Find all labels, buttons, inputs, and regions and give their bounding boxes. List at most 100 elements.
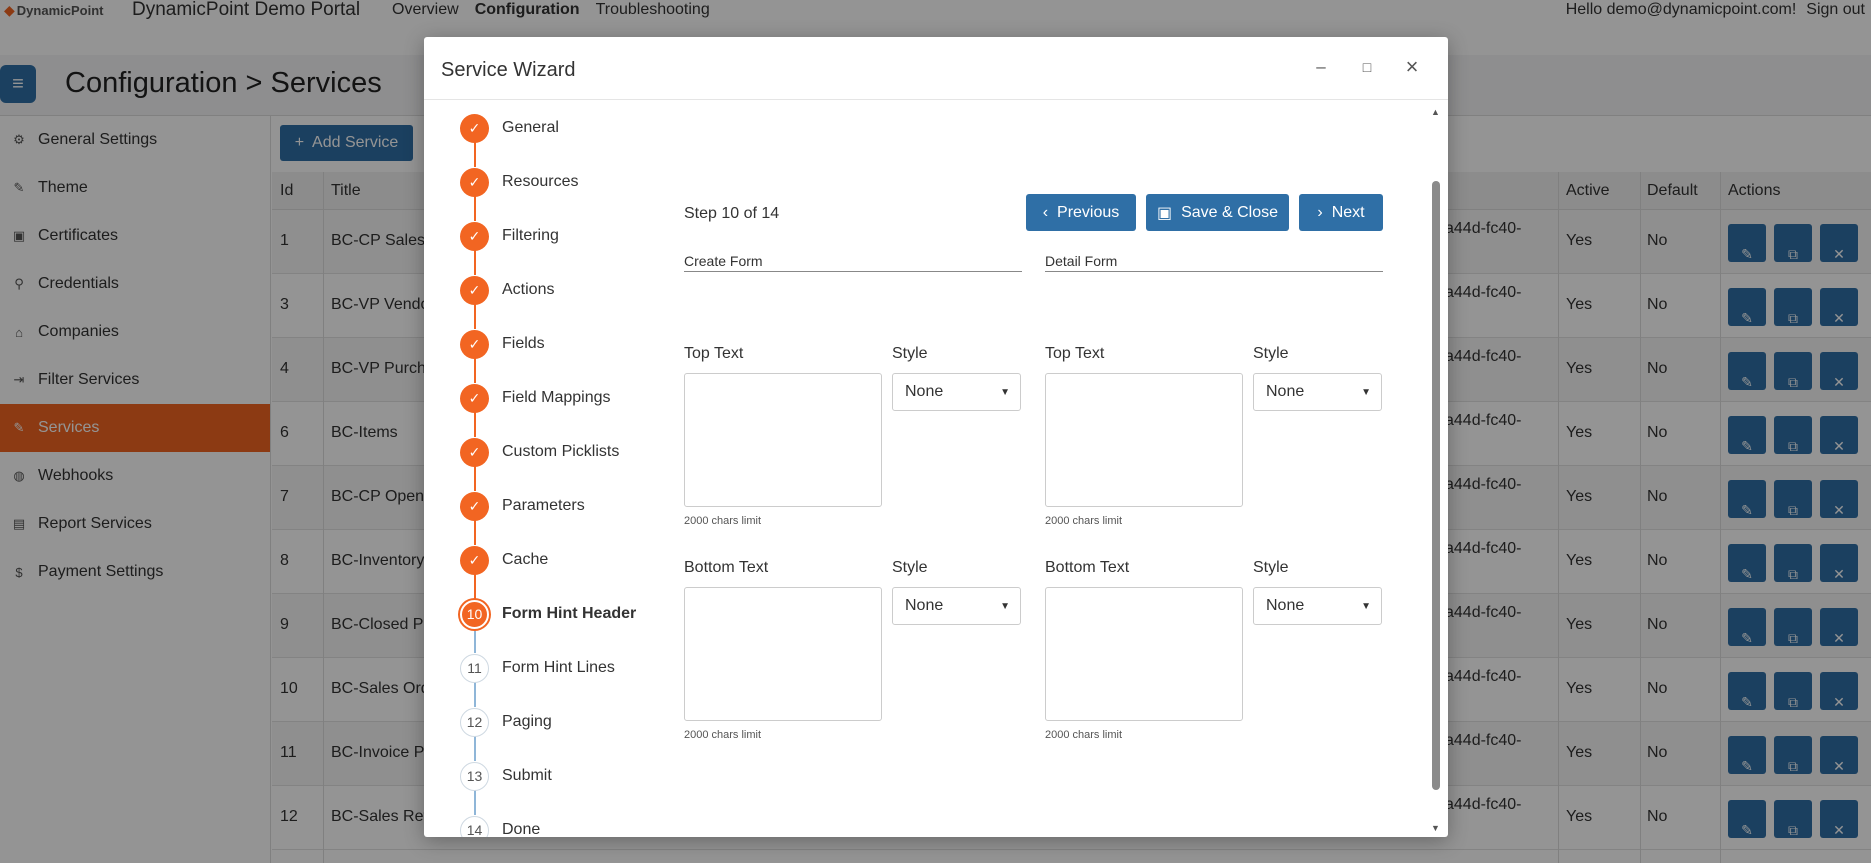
- detail-top-text-label: Top Text: [1045, 345, 1105, 362]
- step-indicator: ✓: [460, 437, 489, 467]
- step-label: Form Hint Lines: [502, 659, 615, 676]
- step-label: Fields: [502, 335, 545, 352]
- create-bottom-text-input[interactable]: [684, 587, 882, 721]
- check-icon: ✓: [468, 227, 481, 244]
- wizard-step-13[interactable]: 13 Submit: [460, 761, 552, 791]
- detail-top-text-input[interactable]: [1045, 373, 1243, 507]
- save-close-label: Save & Close: [1181, 203, 1279, 221]
- step-number: 13: [466, 768, 483, 784]
- next-label: Next: [1331, 203, 1365, 221]
- check-icon: ✓: [468, 443, 481, 460]
- step-indicator: 12: [460, 707, 489, 737]
- step-label: Paging: [502, 713, 552, 730]
- step-label: Resources: [502, 173, 579, 190]
- step-label: Filtering: [502, 227, 559, 244]
- maximize-button[interactable]: □: [1357, 59, 1377, 75]
- select-value: None: [905, 597, 944, 614]
- check-icon: ✓: [468, 389, 481, 406]
- step-number: 11: [467, 660, 482, 676]
- step-connector: [474, 142, 476, 167]
- create-top-hint: 2000 chars limit: [684, 515, 762, 527]
- step-connector: [474, 628, 476, 653]
- next-button[interactable]: › Next: [1299, 194, 1383, 231]
- create-top-style-label: Style: [892, 345, 928, 362]
- detail-bottom-text-input[interactable]: [1045, 587, 1243, 721]
- caret-down-icon: ▼: [1361, 386, 1371, 398]
- step-indicator: ✓: [460, 275, 489, 305]
- step-indicator: 11: [460, 653, 489, 683]
- step-number: 10: [466, 606, 483, 622]
- create-bottom-style-select[interactable]: None ▼: [892, 587, 1021, 625]
- select-value: None: [905, 383, 944, 400]
- step-indicator: ✓: [460, 383, 489, 413]
- step-label: Parameters: [502, 497, 585, 514]
- create-form-heading: Create Form: [684, 253, 763, 269]
- step-indicator: ✓: [460, 545, 489, 575]
- detail-top-style-label: Style: [1253, 345, 1289, 362]
- detail-bottom-style-select[interactable]: None ▼: [1253, 587, 1382, 625]
- detail-bottom-style-label: Style: [1253, 559, 1289, 576]
- wizard-step-10[interactable]: 10 Form Hint Header: [460, 599, 636, 629]
- dialog-scrollbar[interactable]: ▲ ▼: [1429, 101, 1443, 837]
- check-icon: ✓: [468, 173, 481, 190]
- step-number: 12: [466, 714, 483, 730]
- step-indicator: ✓: [460, 113, 489, 143]
- wizard-step-3[interactable]: ✓ Filtering: [460, 221, 559, 251]
- wizard-step-12[interactable]: 12 Paging: [460, 707, 552, 737]
- check-icon: ✓: [468, 119, 481, 136]
- wizard-step-5[interactable]: ✓ Fields: [460, 329, 545, 359]
- save-close-button[interactable]: ▣ Save & Close: [1146, 194, 1289, 231]
- service-wizard-dialog: Service Wizard – □ × ✓ General ✓ Resources ✓…: [424, 37, 1448, 837]
- wizard-step-4[interactable]: ✓ Actions: [460, 275, 554, 305]
- caret-down-icon: ▼: [1000, 600, 1010, 612]
- caret-down-icon: ▼: [1361, 600, 1371, 612]
- detail-form-divider: [1045, 271, 1383, 272]
- check-icon: ✓: [468, 281, 481, 298]
- chevron-left-icon: ‹: [1042, 203, 1049, 221]
- chevron-right-icon: ›: [1317, 203, 1323, 221]
- caret-down-icon: ▼: [1000, 386, 1010, 398]
- detail-top-style-select[interactable]: None ▼: [1253, 373, 1382, 411]
- step-label: General: [502, 119, 559, 136]
- wizard-step-7[interactable]: ✓ Custom Picklists: [460, 437, 619, 467]
- step-connector: [474, 520, 476, 545]
- dialog-title: Service Wizard: [441, 59, 576, 81]
- step-connector: [474, 466, 476, 491]
- detail-form-heading: Detail Form: [1045, 253, 1118, 269]
- create-top-text-label: Top Text: [684, 345, 744, 362]
- step-indicator: 10: [460, 599, 489, 629]
- create-top-text-input[interactable]: [684, 373, 882, 507]
- wizard-step-1[interactable]: ✓ General: [460, 113, 559, 143]
- step-connector: [474, 304, 476, 329]
- step-connector: [474, 250, 476, 275]
- wizard-step-9[interactable]: ✓ Cache: [460, 545, 548, 575]
- wizard-step-8[interactable]: ✓ Parameters: [460, 491, 585, 521]
- create-top-style-select[interactable]: None ▼: [892, 373, 1021, 411]
- step-connector: [474, 196, 476, 221]
- minimize-button[interactable]: –: [1311, 57, 1331, 77]
- step-connector: [474, 736, 476, 761]
- step-counter: Step 10 of 14: [684, 205, 780, 222]
- previous-button[interactable]: ‹ Previous: [1026, 194, 1136, 231]
- create-form-divider: [684, 271, 1022, 272]
- wizard-step-11[interactable]: 11 Form Hint Lines: [460, 653, 615, 683]
- create-bottom-text-label: Bottom Text: [684, 559, 769, 576]
- scroll-up-arrow-icon[interactable]: ▲: [1431, 107, 1440, 117]
- select-value: None: [1266, 383, 1305, 400]
- close-button[interactable]: ×: [1402, 54, 1422, 80]
- detail-bottom-hint: 2000 chars limit: [1045, 729, 1123, 741]
- step-connector: [474, 358, 476, 383]
- step-indicator: 13: [460, 761, 489, 791]
- wizard-step-2[interactable]: ✓ Resources: [460, 167, 578, 197]
- check-icon: ✓: [468, 335, 481, 352]
- scroll-down-arrow-icon[interactable]: ▼: [1431, 823, 1440, 833]
- wizard-step-6[interactable]: ✓ Field Mappings: [460, 383, 611, 413]
- detail-top-hint: 2000 chars limit: [1045, 515, 1123, 527]
- previous-label: Previous: [1057, 203, 1120, 221]
- step-connector: [474, 412, 476, 437]
- detail-bottom-text-label: Bottom Text: [1045, 559, 1130, 576]
- create-bottom-hint: 2000 chars limit: [684, 729, 762, 741]
- scrollbar-thumb[interactable]: [1432, 181, 1440, 790]
- step-indicator: 14: [460, 815, 489, 837]
- wizard-step-14[interactable]: 14 Done: [460, 815, 540, 837]
